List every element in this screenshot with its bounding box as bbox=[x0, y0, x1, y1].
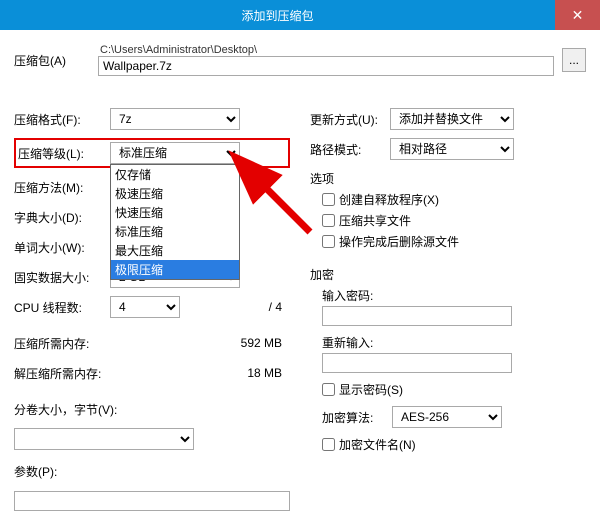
show-password-checkbox[interactable] bbox=[322, 383, 335, 396]
shared-checkbox[interactable] bbox=[322, 214, 335, 227]
split-select[interactable] bbox=[14, 428, 194, 450]
sfx-label: 创建自释放程序(X) bbox=[339, 191, 439, 208]
method-label: 压缩方法(M): bbox=[14, 179, 110, 196]
mem-decompress-label: 解压缩所需内存: bbox=[14, 365, 134, 382]
level-label: 压缩等级(L): bbox=[18, 145, 110, 162]
mem-compress-label: 压缩所需内存: bbox=[14, 335, 134, 352]
enc-method-label: 加密算法: bbox=[322, 409, 392, 426]
format-select[interactable]: 7z bbox=[110, 108, 240, 130]
shared-label: 压缩共享文件 bbox=[339, 212, 411, 229]
level-option[interactable]: 极速压缩 bbox=[111, 184, 239, 203]
show-password-label: 显示密码(S) bbox=[339, 381, 403, 398]
enc-names-checkbox[interactable] bbox=[322, 438, 335, 451]
cpu-total: / 4 bbox=[269, 300, 290, 314]
pwd2-label: 重新输入: bbox=[322, 334, 586, 351]
level-dropdown-list: 仅存储 极速压缩 快速压缩 标准压缩 最大压缩 极限压缩 bbox=[110, 164, 240, 280]
level-option[interactable]: 快速压缩 bbox=[111, 203, 239, 222]
level-option-selected[interactable]: 极限压缩 bbox=[111, 260, 239, 279]
close-button[interactable]: ✕ bbox=[555, 0, 600, 30]
params-label: 参数(P): bbox=[14, 463, 57, 480]
format-label: 压缩格式(F): bbox=[14, 111, 110, 128]
cpu-label: CPU 线程数: bbox=[14, 299, 110, 316]
level-option[interactable]: 最大压缩 bbox=[111, 241, 239, 260]
level-option[interactable]: 标准压缩 bbox=[111, 222, 239, 241]
archive-name-input[interactable] bbox=[98, 56, 554, 76]
dict-label: 字典大小(D): bbox=[14, 209, 110, 226]
pwd-label: 输入密码: bbox=[322, 287, 586, 304]
sfx-checkbox[interactable] bbox=[322, 193, 335, 206]
pathmode-label: 路径模式: bbox=[310, 141, 390, 158]
enc-method-select[interactable]: AES-256 bbox=[392, 406, 502, 428]
word-label: 单词大小(W): bbox=[14, 239, 110, 256]
password-input[interactable] bbox=[322, 306, 512, 326]
delete-checkbox[interactable] bbox=[322, 235, 335, 248]
window-title: 添加到压缩包 bbox=[0, 7, 555, 24]
archive-label: 压缩包(A) bbox=[14, 52, 90, 69]
enc-names-label: 加密文件名(N) bbox=[339, 436, 416, 453]
password-confirm-input[interactable] bbox=[322, 353, 512, 373]
archive-path: C:\Users\Administrator\Desktop\ bbox=[98, 44, 554, 56]
browse-button[interactable]: ... bbox=[562, 48, 586, 72]
options-title: 选项 bbox=[310, 170, 586, 187]
pathmode-select[interactable]: 相对路径 bbox=[390, 138, 514, 160]
update-select[interactable]: 添加并替换文件 bbox=[390, 108, 514, 130]
mem-compress-value: 592 MB bbox=[134, 336, 290, 350]
cpu-select[interactable]: 4 bbox=[110, 296, 180, 318]
delete-label: 操作完成后删除源文件 bbox=[339, 233, 459, 250]
solid-label: 固实数据大小: bbox=[14, 269, 110, 286]
level-option[interactable]: 仅存储 bbox=[111, 165, 239, 184]
update-label: 更新方式(U): bbox=[310, 111, 390, 128]
encrypt-title: 加密 bbox=[310, 266, 586, 283]
split-label: 分卷大小，字节(V): bbox=[14, 401, 117, 418]
level-select[interactable]: 标准压缩 bbox=[110, 142, 240, 164]
params-input[interactable] bbox=[14, 491, 290, 511]
mem-decompress-value: 18 MB bbox=[134, 366, 290, 380]
